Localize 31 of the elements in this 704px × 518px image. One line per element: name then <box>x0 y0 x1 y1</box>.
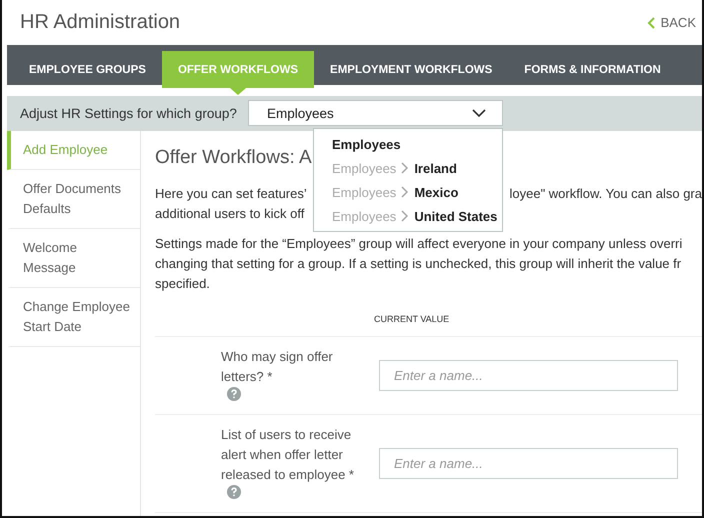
sidebar-item[interactable]: Change Employee Start Date <box>7 288 140 347</box>
name-input[interactable]: Enter a name... <box>379 360 678 391</box>
setting-label: Who may sign offer letters? * <box>221 348 334 386</box>
intro-text: loyee" workflow. You can also gra <box>509 185 702 203</box>
dropdown-option[interactable]: Employees <box>314 132 502 156</box>
nav-tab[interactable]: EMPLOYMENT WORKFLOWS <box>314 51 508 88</box>
group-label: Adjust HR Settings for which group? <box>20 106 237 121</box>
back-link[interactable]: BACK <box>646 15 702 30</box>
dropdown-option[interactable]: Employees Ireland <box>314 156 502 180</box>
group-select[interactable]: Employees <box>248 100 503 126</box>
chevron-right-icon <box>401 210 410 222</box>
chevron-left-icon <box>646 16 655 28</box>
setting-label: List of users to receive alert when offer letter released to employee * <box>221 426 355 484</box>
dropdown-option[interactable]: Employees Mexico <box>314 180 502 204</box>
chevron-right-icon <box>401 162 410 174</box>
name-input[interactable]: Enter a name... <box>379 448 678 479</box>
intro-text: additional users to kick off <box>155 205 304 223</box>
page-title: HR Administration <box>20 11 180 34</box>
help-icon[interactable] <box>227 387 241 401</box>
sidebar-item[interactable]: Welcome Message <box>7 229 140 288</box>
column-header: CURRENT VALUE <box>374 314 450 324</box>
dropdown-option[interactable]: Employees United States <box>314 204 502 228</box>
settings-note: Settings made for the “Employees” group will affect everyone in your company unless overri changing that setting for a group. If a setting is unchecked, this group will inherit the value fr specified. <box>155 235 684 293</box>
intro-text: Here you can set features’ <box>155 185 307 203</box>
chevron-right-icon <box>401 186 410 198</box>
nav-tab[interactable]: FORMS & INFORMATION <box>508 51 677 88</box>
nav-tab[interactable]: EMPLOYEE GROUPS <box>13 51 162 88</box>
section-heading: Offer Workflows: A <box>155 147 312 169</box>
sidebar-item[interactable]: Offer Documents Defaults <box>7 170 140 229</box>
help-icon[interactable] <box>227 485 241 499</box>
caret-icon <box>472 109 486 117</box>
